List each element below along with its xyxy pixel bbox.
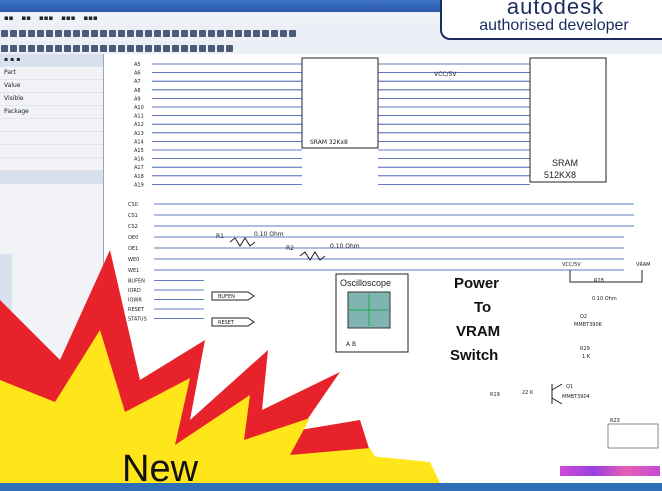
- sram-32k-chip[interactable]: [301, 57, 379, 149]
- r29-label: R29: [580, 346, 590, 352]
- r19-value: 22 K: [522, 390, 534, 396]
- panel-item-package[interactable]: Package: [0, 106, 103, 119]
- callout-line3: VRAM: [456, 323, 500, 340]
- chip1-label: SRAM 32Kx8: [310, 139, 348, 146]
- vertical-tabs[interactable]: [0, 254, 12, 434]
- control-label: WE0: [128, 257, 139, 263]
- chip2-label1: SRAM: [552, 158, 578, 168]
- control-label: CS2: [128, 224, 138, 230]
- toolbar-2: [0, 39, 662, 55]
- address-label: A15: [134, 148, 144, 154]
- panel-item-visible[interactable]: Visible: [0, 93, 103, 106]
- bufen-tag-label: BUFEN: [218, 294, 235, 300]
- logo-subtitle: authorised developer: [479, 17, 629, 34]
- control-label: WE1: [128, 268, 139, 274]
- address-label: A18: [134, 174, 144, 180]
- menu-tools[interactable]: ▪▪▪: [83, 14, 97, 22]
- vcc5-label: VCC/5V: [562, 262, 581, 268]
- r2-label: R2: [286, 245, 294, 252]
- address-label: A16: [134, 157, 144, 163]
- status-strip: [560, 466, 660, 476]
- panel-item-part[interactable]: Part: [0, 67, 103, 80]
- address-label: A6: [134, 71, 141, 77]
- q1-model: MMBT3904: [562, 394, 590, 400]
- oscilloscope-title: Oscilloscope: [340, 278, 391, 288]
- r2-value: 0.10 Ohm: [330, 243, 360, 250]
- menu-edit[interactable]: ▪▪: [22, 14, 32, 22]
- panel-item-value[interactable]: Value: [0, 80, 103, 93]
- new-banner-text: New: [122, 448, 199, 490]
- schematic-canvas[interactable]: A5 A6 A7 A8 A9 A10 A11 A12 A13 A14 A15 A16 A17 A18 A19…: [104, 54, 662, 483]
- address-label: A8: [134, 88, 141, 94]
- address-label: A5: [134, 62, 141, 68]
- address-label: A9: [134, 96, 141, 102]
- control-label: OE0: [128, 235, 138, 241]
- panel-spacer: [0, 158, 103, 171]
- q1-symbol: [551, 383, 563, 405]
- address-label: A12: [134, 122, 144, 128]
- menu-file[interactable]: ▪▪: [4, 14, 14, 22]
- q2-label: Q2: [580, 314, 587, 320]
- r28-label: R28: [594, 278, 604, 284]
- address-label: A17: [134, 165, 144, 171]
- reset-tag-label: RESET: [218, 320, 235, 326]
- panel-spacer: [0, 145, 103, 158]
- panel-header: ▪ ▪ ▪: [0, 54, 103, 67]
- vram-label: VRAM: [636, 262, 650, 268]
- eda-window: ▪▪ ▪▪ ▪▪▪ ▪▪▪ ▪▪▪ ▪ ▪ ▪ Part Value Visible P…: [0, 0, 662, 490]
- control-label: BUFEN: [128, 279, 145, 285]
- autodesk-logo: autodesk authorised developer: [440, 0, 662, 40]
- r1-symbol: [229, 237, 256, 247]
- callout-line1: Power: [454, 275, 499, 292]
- control-label: CS0: [128, 202, 138, 208]
- callout-line4: Switch: [450, 347, 498, 364]
- address-label: A13: [134, 131, 144, 137]
- callout-line2: To: [474, 299, 491, 316]
- power-rail: [569, 270, 643, 283]
- r19-label: R19: [490, 392, 500, 398]
- r29-value: 1 K: [582, 354, 591, 360]
- chip2-label2: 512KX8: [544, 170, 576, 180]
- address-label: A19: [134, 182, 144, 188]
- d3-box: [607, 423, 659, 449]
- oscilloscope-ab: A B: [346, 341, 356, 348]
- r1-value: 0.10 Ohm: [254, 231, 284, 238]
- control-label: OE1: [128, 246, 138, 252]
- r28-value: 0.10 Ohm: [592, 296, 617, 302]
- schematic-svg: A5 A6 A7 A8 A9 A10 A11 A12 A13 A14 A15 A16 A17 A18 A19…: [128, 57, 659, 449]
- control-label: IOWR: [128, 298, 142, 304]
- properties-panel: ▪ ▪ ▪ Part Value Visible Package: [0, 54, 104, 483]
- vcc-label: VCC/5V: [434, 71, 457, 78]
- control-label: STATUS: [128, 317, 147, 323]
- control-label: CS1: [128, 213, 138, 219]
- address-label: A11: [134, 114, 144, 120]
- menu-view[interactable]: ▪▪▪: [39, 14, 53, 22]
- panel-spacer: [0, 119, 103, 132]
- address-label: A14: [134, 139, 144, 145]
- q2-model: MMBT3906: [574, 322, 602, 328]
- control-label: IORD: [128, 288, 141, 294]
- address-label: A10: [134, 105, 144, 111]
- address-label: A7: [134, 79, 141, 85]
- r1-label: R1: [216, 233, 224, 240]
- library-header: [0, 171, 103, 184]
- panel-spacer: [0, 132, 103, 145]
- menu-place[interactable]: ▪▪▪: [61, 14, 75, 22]
- q1-label: Q1: [566, 384, 573, 390]
- r23-label: R23: [610, 418, 620, 424]
- control-label: RESET: [128, 307, 145, 313]
